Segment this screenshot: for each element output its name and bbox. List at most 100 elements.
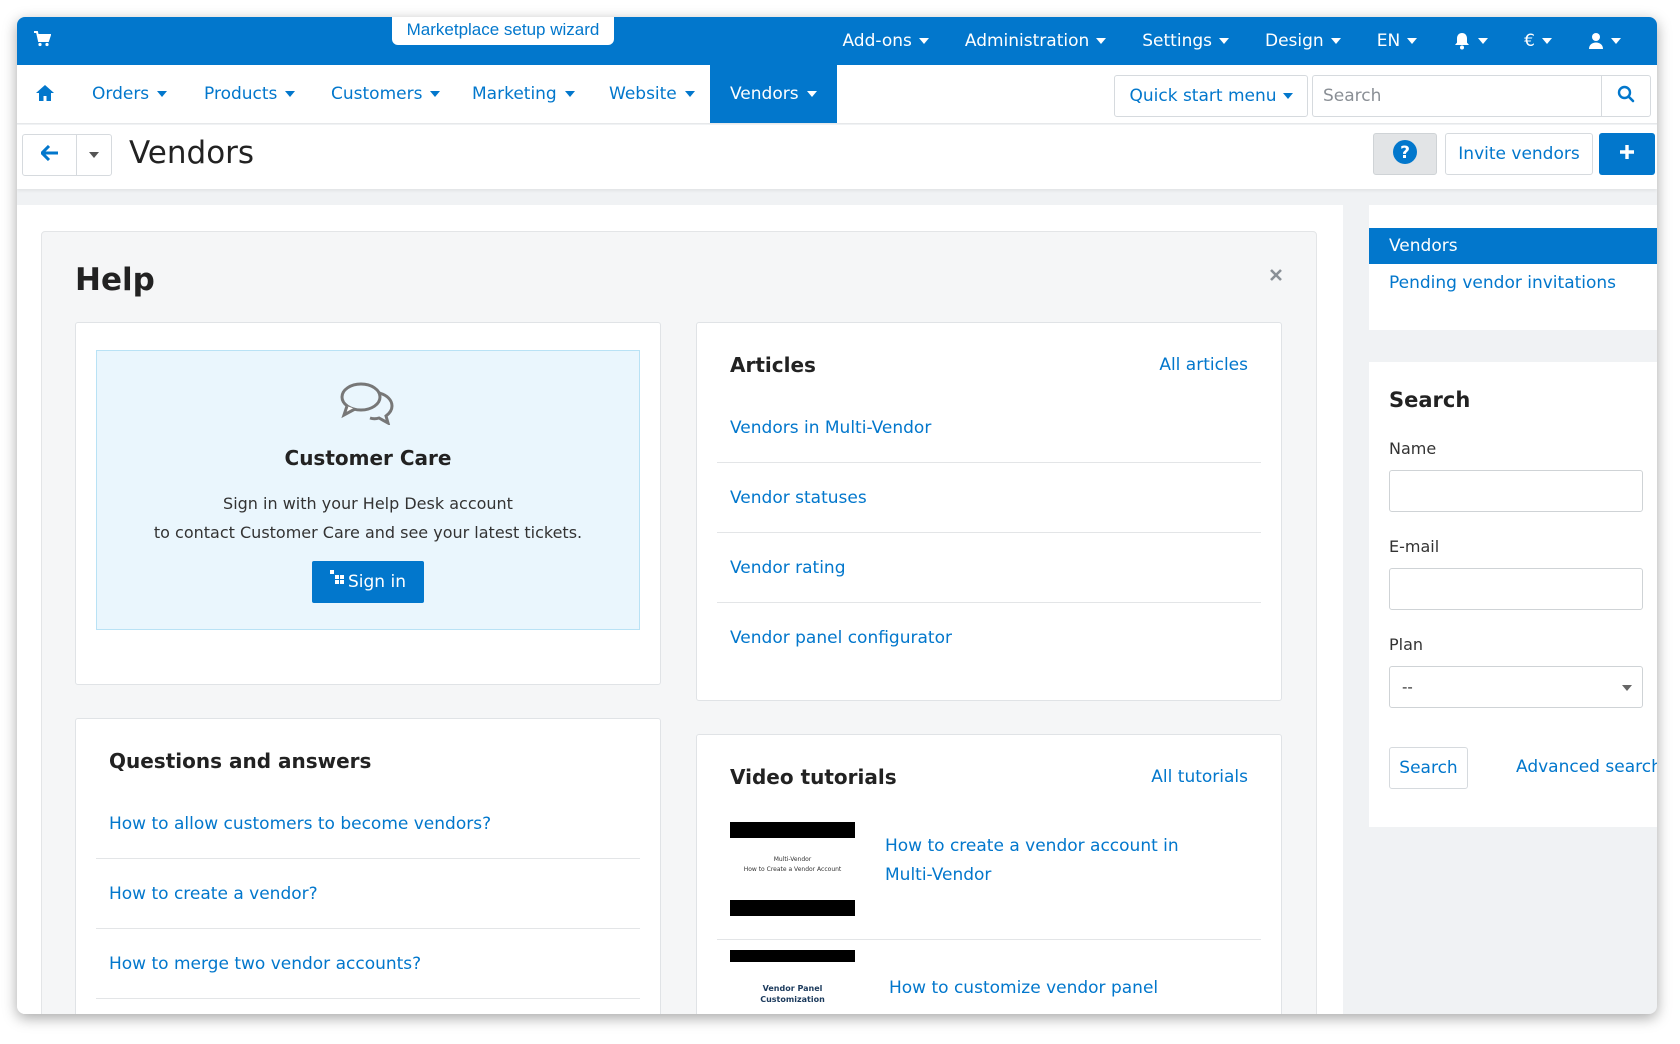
top-menu-label: Administration: [964, 31, 1090, 51]
history-dropdown-button[interactable]: [77, 135, 111, 175]
invite-vendors-button[interactable]: Invite vendors: [1445, 133, 1593, 175]
language-selector[interactable]: EN: [1376, 31, 1418, 51]
sidebar-search-panel: Search Name E-mail Plan -- Search Advanc…: [1369, 362, 1657, 827]
sidebar-item-vendors[interactable]: Vendors: [1369, 228, 1657, 264]
page-header: Vendors ? Invite vendors: [17, 125, 1657, 189]
nav-website[interactable]: Website: [609, 65, 695, 123]
article-link[interactable]: Vendor rating: [717, 533, 1261, 603]
video-item[interactable]: Vendor Panel Customization How to custom…: [717, 940, 1261, 1014]
thumbnail-caption: Customization: [760, 995, 825, 1004]
video-item[interactable]: Multi-Vendor How to Create a Vendor Acco…: [717, 810, 1261, 940]
quick-start-label: Quick start menu: [1129, 86, 1277, 106]
svg-text:?: ?: [1400, 143, 1410, 163]
top-menu-settings[interactable]: Settings: [1142, 31, 1229, 51]
windows-icon: [330, 569, 344, 589]
customer-care-text-line1: Sign in with your Help Desk account: [223, 494, 513, 513]
sign-in-button[interactable]: Sign in: [312, 561, 424, 603]
customer-care-box: Customer Care Sign in with your Help Des…: [96, 350, 640, 630]
advanced-search-link[interactable]: Advanced search: [1516, 757, 1657, 777]
currency-selector[interactable]: €: [1524, 31, 1552, 51]
video-link[interactable]: How to create a vendor account in Multi-…: [885, 832, 1215, 890]
article-link[interactable]: Vendor statuses: [717, 463, 1261, 533]
name-field[interactable]: [1389, 470, 1643, 512]
qa-link[interactable]: How to merge two vendor accounts?: [96, 929, 640, 999]
marketplace-setup-wizard-button[interactable]: Marketplace setup wizard: [392, 17, 614, 45]
nav-vendors[interactable]: Vendors: [710, 65, 837, 123]
nav-label: Customers: [331, 84, 423, 104]
customer-care-text-line2: to contact Customer Care and see your la…: [153, 523, 583, 542]
top-menu-label: Design: [1265, 31, 1324, 51]
sidebar-search-button[interactable]: Search: [1389, 747, 1468, 789]
sidebar-nav: Vendors Pending vendor invitations: [1369, 205, 1657, 330]
top-menu-addons[interactable]: Add-ons: [842, 31, 929, 51]
bell-icon: [1453, 32, 1471, 50]
caret-down-icon: [1611, 38, 1621, 44]
nav-customers[interactable]: Customers: [331, 65, 441, 123]
language-label: EN: [1376, 31, 1401, 51]
caret-down-icon: [806, 91, 817, 97]
all-tutorials-link[interactable]: All tutorials: [1151, 767, 1248, 787]
caret-down-icon: [1478, 38, 1489, 44]
all-articles-link[interactable]: All articles: [1159, 355, 1248, 375]
cart-icon[interactable]: [33, 31, 53, 51]
search-icon: [1617, 85, 1635, 107]
app-window: Marketplace setup wizard Add-ons Adminis…: [17, 17, 1657, 1014]
global-search-button[interactable]: [1601, 75, 1651, 117]
caret-down-icon: [684, 91, 695, 97]
question-circle-icon: ?: [1392, 139, 1418, 169]
top-menu-design[interactable]: Design: [1265, 31, 1341, 51]
video-link[interactable]: How to customize vendor panel: [889, 974, 1219, 1003]
nav-label: Products: [204, 84, 278, 104]
home-icon[interactable]: [35, 84, 55, 106]
plus-icon: [1619, 144, 1635, 164]
qa-list: How to allow customers to become vendors…: [96, 789, 640, 999]
notifications-menu[interactable]: [1453, 32, 1489, 50]
plan-select[interactable]: --: [1389, 666, 1643, 708]
top-menu-administration[interactable]: Administration: [964, 31, 1107, 51]
qa-title: Questions and answers: [109, 749, 372, 773]
email-field[interactable]: [1389, 568, 1643, 610]
caret-down-icon: [1282, 93, 1293, 99]
qa-link[interactable]: How to create a vendor?: [96, 859, 640, 929]
close-icon[interactable]: [1270, 266, 1282, 285]
back-button-group: [22, 134, 112, 176]
articles-card: Articles All articles Vendors in Multi-V…: [696, 322, 1282, 701]
caret-down-icon: [285, 91, 296, 97]
back-button[interactable]: [23, 135, 78, 175]
plan-select-value: --: [1402, 678, 1413, 696]
article-link[interactable]: Vendor panel configurator: [717, 603, 1261, 673]
nav-orders[interactable]: Orders: [92, 65, 168, 123]
questions-answers-card: Questions and answers How to allow custo…: [75, 718, 661, 1014]
quick-start-menu-button[interactable]: Quick start menu: [1114, 75, 1308, 117]
nav-label: Website: [609, 84, 677, 104]
user-menu[interactable]: [1588, 32, 1621, 50]
caret-down-icon: [918, 38, 929, 44]
arrow-left-icon: [39, 144, 59, 165]
qa-link[interactable]: How to allow customers to become vendors…: [96, 789, 640, 859]
help-title: Help: [75, 262, 155, 298]
thumbnail-bar: [730, 900, 855, 916]
nav-label: Orders: [92, 84, 150, 104]
caret-down-icon: [1219, 38, 1229, 44]
sidebar-item-pending-invitations[interactable]: Pending vendor invitations: [1369, 265, 1657, 301]
nav-marketing[interactable]: Marketing: [472, 65, 575, 123]
add-vendor-button[interactable]: [1599, 133, 1655, 175]
thumbnail-caption: Vendor Panel: [762, 984, 823, 993]
email-label: E-mail: [1389, 537, 1440, 556]
main-nav: Orders Products Customers Marketing Webs…: [17, 65, 1657, 124]
video-thumbnail[interactable]: Multi-Vendor How to Create a Vendor Acco…: [730, 822, 855, 916]
name-label: Name: [1389, 439, 1437, 458]
nav-label: Vendors: [730, 84, 799, 104]
nav-products[interactable]: Products: [204, 65, 296, 123]
caret-down-icon: [1622, 685, 1632, 691]
caret-down-icon: [1542, 38, 1552, 44]
article-link[interactable]: Vendors in Multi-Vendor: [717, 393, 1261, 463]
customer-care-card: Customer Care Sign in with your Help Des…: [75, 322, 661, 685]
main-content: Help Customer Care Sign in with your Hel…: [17, 205, 1343, 1014]
global-search-input[interactable]: [1312, 75, 1604, 117]
top-bar: Marketplace setup wizard Add-ons Adminis…: [17, 17, 1657, 65]
video-thumbnail[interactable]: Vendor Panel Customization: [730, 950, 855, 1014]
caret-down-icon: [1330, 38, 1341, 44]
plan-label: Plan: [1389, 635, 1424, 654]
help-button[interactable]: ?: [1373, 133, 1437, 175]
